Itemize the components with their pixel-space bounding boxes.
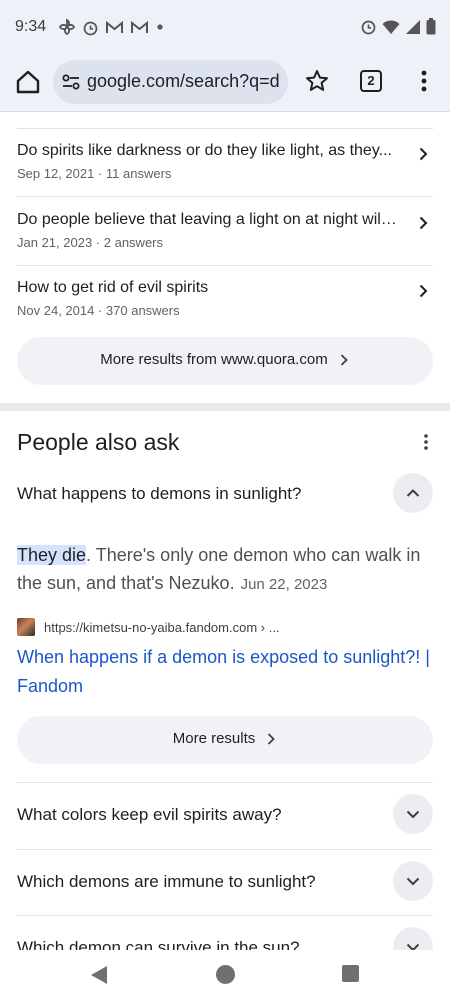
chevron-down-icon [406, 810, 420, 819]
status-time: 9:34 [15, 18, 47, 35]
chevron-right-icon [419, 147, 428, 161]
quora-result[interactable]: Do people believe that leaving a light o… [17, 197, 433, 265]
home-button[interactable] [216, 965, 235, 984]
more-results-quora-button[interactable]: More results from www.quora.com [17, 337, 433, 385]
alarm-icon [83, 21, 98, 35]
gmail-icon [131, 20, 148, 33]
chevron-right-icon [419, 284, 428, 298]
result-title[interactable]: Do people believe that leaving a light o… [17, 211, 397, 229]
status-bar: 9:34 [0, 0, 450, 56]
signal-icon [406, 19, 420, 34]
battery-icon [426, 18, 436, 35]
answer-highlight: They die [17, 545, 87, 565]
quora-result[interactable]: How to get rid of evil spirits Nov 24, 2… [17, 265, 433, 333]
paa-question-text[interactable]: What colors keep evil spirits away? [17, 805, 282, 825]
alarm-icon [361, 20, 376, 35]
result-title[interactable]: How to get rid of evil spirits [17, 279, 397, 297]
chevron-right-icon [268, 732, 276, 745]
chevron-right-icon [419, 216, 428, 230]
paa-question[interactable]: What colors keep evil spirits away? [17, 783, 433, 849]
section-separator [0, 403, 450, 411]
expand-button[interactable] [393, 794, 433, 834]
bookmark-star-icon[interactable] [304, 68, 330, 94]
paa-question[interactable]: Which demon can survive in the sun? [17, 916, 433, 950]
back-icon[interactable] [90, 965, 108, 985]
more-results-button[interactable]: More results [17, 716, 433, 764]
address-bar[interactable]: google.com/search?q=d [53, 60, 288, 104]
more-results-label: More results [172, 730, 256, 747]
people-also-ask-heading: People also ask [17, 429, 180, 455]
site-settings-icon[interactable] [61, 72, 81, 92]
chevron-right-icon [340, 353, 348, 366]
answer-source[interactable]: https://kimetsu-no-yaiba.fandom.com › ..… [17, 618, 280, 636]
source-link[interactable]: When happens if a demon is exposed to su… [17, 643, 433, 701]
paa-question-text[interactable]: Which demons are immune to sunlight? [17, 872, 316, 892]
more-results-quora-label: More results from www.quora.com [100, 351, 328, 368]
search-results: Do spirits like darkness or do they like… [0, 112, 450, 950]
recents-button[interactable] [342, 965, 359, 982]
paa-answer: They die. There's only one demon who can… [17, 541, 433, 599]
tab-switcher-button[interactable]: 2 [360, 70, 382, 92]
more-vert-icon[interactable] [412, 68, 436, 94]
collapse-button[interactable] [393, 473, 433, 513]
url-text[interactable]: google.com/search?q=d [87, 71, 280, 92]
result-meta: Jan 21, 2023 · 2 answers [17, 235, 163, 250]
site-favicon [17, 618, 35, 636]
notification-icons [58, 18, 165, 36]
quora-result[interactable]: Do spirits like darkness or do they like… [17, 128, 433, 196]
paa-question-expanded[interactable]: What happens to demons in sunlight? [17, 462, 433, 528]
chevron-down-icon [406, 877, 420, 886]
wifi-icon [382, 19, 400, 34]
dot-icon [157, 24, 163, 30]
browser-toolbar: google.com/search?q=d 2 [0, 56, 450, 112]
chevron-down-icon [406, 943, 420, 950]
chevron-up-icon [406, 489, 420, 497]
expand-button[interactable] [393, 861, 433, 901]
result-meta: Sep 12, 2021 · 11 answers [17, 166, 172, 181]
system-nav-bar [0, 950, 450, 1000]
gmail-icon [106, 20, 123, 33]
paa-question-text[interactable]: What happens to demons in sunlight? [17, 484, 301, 504]
result-meta: Nov 24, 2014 · 370 answers [17, 303, 180, 318]
paa-question[interactable]: Which demons are immune to sunlight? [17, 850, 433, 916]
system-icons [360, 18, 436, 35]
answer-date: Jun 22, 2023 [240, 576, 328, 593]
pinwheel-icon [58, 18, 76, 36]
home-icon[interactable] [14, 68, 42, 96]
expand-button[interactable] [393, 927, 433, 950]
source-url[interactable]: https://kimetsu-no-yaiba.fandom.com › ..… [44, 620, 280, 635]
result-title[interactable]: Do spirits like darkness or do they like… [17, 142, 397, 160]
paa-question-text[interactable]: Which demon can survive in the sun? [17, 938, 300, 950]
more-vert-icon[interactable] [418, 432, 434, 452]
